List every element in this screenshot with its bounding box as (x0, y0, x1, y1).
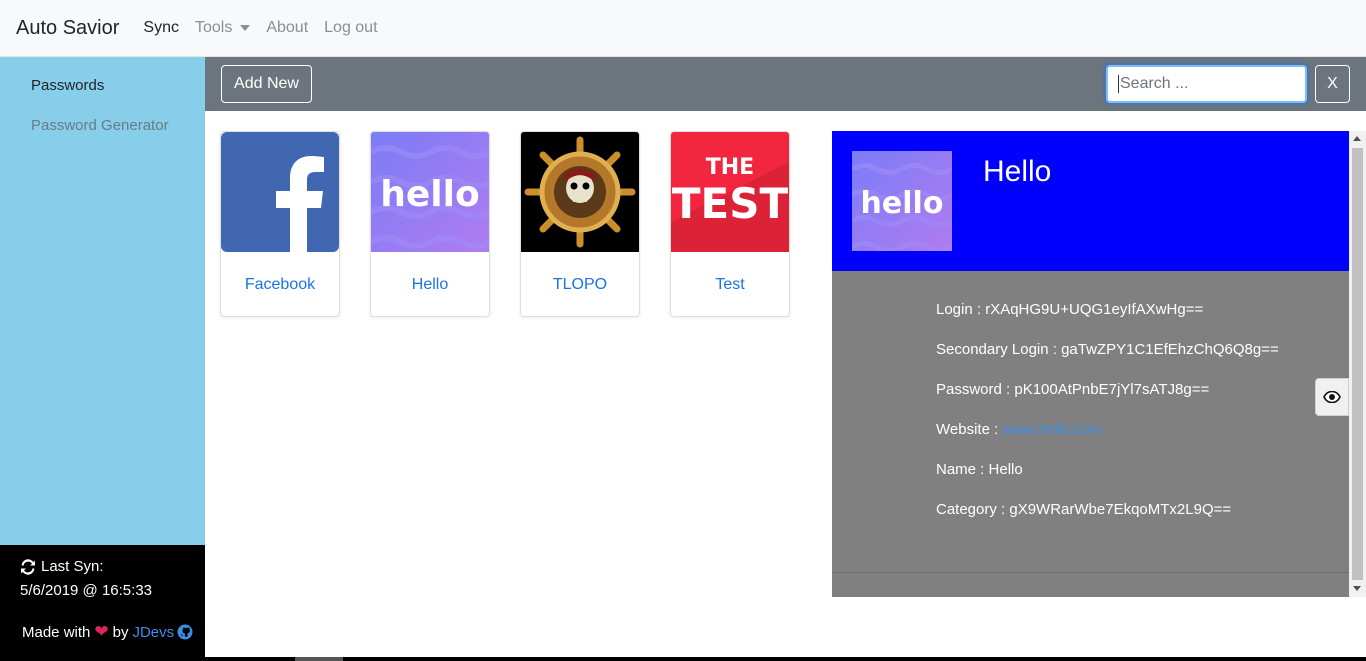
heart-icon: ❤ (94, 622, 109, 641)
card-title: TLOPO (552, 276, 608, 293)
detail-title: Hello (983, 155, 1052, 188)
toggle-password-visibility-button[interactable] (1315, 378, 1349, 416)
nav-sync[interactable]: Sync (143, 19, 179, 37)
website-label: Website : (936, 421, 1003, 438)
pirate-wheel-logo-icon (521, 132, 639, 252)
svg-text:THE: THE (706, 155, 754, 180)
nav-about[interactable]: About (266, 19, 308, 37)
detail-name: Name : Hello (936, 461, 1023, 478)
nav-tools-label: Tools (194, 19, 233, 36)
svg-text:hello: hello (861, 186, 944, 221)
account-card-tlopo[interactable]: TLOPO (520, 131, 640, 317)
last-sync-line: Last Syn: (20, 558, 104, 575)
detail-login: Login : rXAqHG9U+UQG1eyIfAXwHg== (936, 301, 1204, 318)
sidebar-item-password-generator[interactable]: Password Generator (31, 117, 169, 134)
card-title: Test (715, 276, 745, 293)
text-cursor (1118, 75, 1119, 93)
clear-search-button[interactable]: X (1315, 65, 1350, 103)
by-text: by (112, 623, 129, 641)
app-brand[interactable]: Auto Savior (16, 17, 119, 40)
author-link[interactable]: JDevs (132, 624, 174, 641)
detail-header: hello Hello (832, 131, 1349, 271)
detail-secondary-login: Secondary Login : gaTwZPY1C1EfEhzChQ6Q8g… (936, 341, 1279, 358)
bottom-scrollbar-track (205, 657, 1366, 661)
account-card-facebook[interactable]: Facebook (220, 131, 340, 317)
made-with-text: Made with (22, 623, 91, 641)
made-with-line: Made with ❤ by JDevs (22, 622, 193, 642)
website-link[interactable]: www.hello.com (1002, 421, 1102, 438)
last-sync-date: 5/6/2019 @ 16:5:33 (20, 582, 152, 599)
scroll-up-arrow-icon[interactable] (1353, 136, 1361, 141)
add-new-button[interactable]: Add New (221, 65, 312, 103)
sidebar-footer: Last Syn: 5/6/2019 @ 16:5:33 Made with ❤… (0, 545, 205, 661)
the-test-logo-icon: THE TEST (671, 132, 789, 252)
github-icon[interactable] (177, 624, 193, 640)
toolbar: Add New Search ... X (205, 57, 1366, 111)
last-sync-label: Last Syn: (41, 558, 104, 575)
hello-logo-icon: hello (852, 151, 952, 251)
bottom-scrollbar-thumb[interactable] (295, 657, 343, 661)
detail-website: Website : www.hello.com (936, 421, 1102, 438)
card-title: Hello (411, 276, 449, 293)
detail-password: Password : pK100AtPnbE7jYl7sATJ8g== (936, 381, 1210, 398)
detail-divider (832, 572, 1349, 573)
hello-logo-icon: hello (371, 132, 489, 252)
sidebar: Passwords Password Generator (0, 57, 205, 545)
eye-icon (1323, 391, 1341, 403)
account-card-test[interactable]: THE TEST Test (670, 131, 790, 317)
search-placeholder: Search ... (1120, 75, 1189, 92)
scroll-thumb[interactable] (1352, 148, 1363, 580)
sidebar-item-passwords[interactable]: Passwords (31, 77, 104, 94)
chevron-down-icon (240, 25, 251, 31)
nav-tools-dropdown[interactable]: Tools (194, 19, 251, 37)
search-input[interactable]: Search ... (1106, 65, 1307, 103)
detail-scrollbar[interactable] (1349, 131, 1366, 597)
facebook-logo-icon (221, 132, 339, 252)
account-card-hello[interactable]: hello Hello (370, 131, 490, 317)
sync-icon[interactable] (20, 558, 36, 575)
nav-logout[interactable]: Log out (324, 19, 377, 37)
detail-category: Category : gX9WRarWbe7EkqoMTx2L9Q== (936, 501, 1232, 518)
card-title: Facebook (244, 276, 316, 293)
svg-text:hello: hello (380, 174, 479, 215)
detail-panel: hello Hello Login : rXAqHG9U+UQG1eyIfAXw… (832, 131, 1349, 597)
top-navbar: Auto Savior Sync Tools About Log out (0, 0, 1366, 57)
svg-text:TEST: TEST (672, 179, 789, 228)
scroll-down-arrow-icon[interactable] (1353, 586, 1361, 591)
